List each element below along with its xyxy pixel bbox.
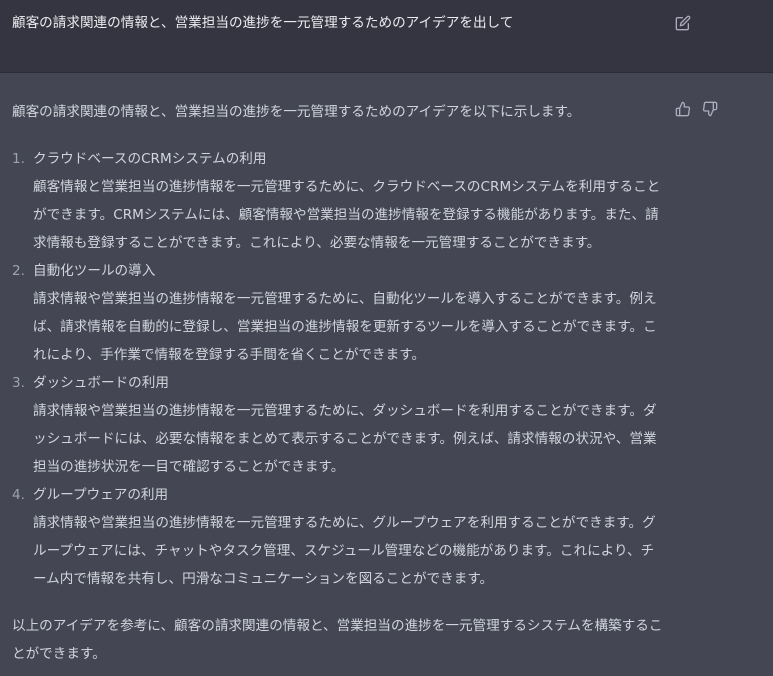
assistant-message-row: 顧客の請求関連の情報と、営業担当の進捗を一元管理するためのアイデアを以下に示しま…	[0, 73, 773, 676]
list-item-body: 請求情報や営業担当の進捗情報を一元管理するために、ダッシュボードを利用することが…	[33, 403, 657, 475]
list-item-body: 請求情報や営業担当の進捗情報を一元管理するために、自動化ツールを導入することがで…	[33, 291, 657, 363]
list-item-body: 顧客情報と営業担当の進捗情報を一元管理するために、クラウドベースのCRMシステム…	[33, 179, 661, 251]
list-item-title: 自動化ツールの導入	[33, 263, 156, 279]
list-item-title: クラウドベースのCRMシステムの利用	[33, 151, 267, 167]
thumbs-down-icon	[702, 101, 720, 117]
list-item-title: グループウェアの利用	[33, 487, 169, 503]
list-item-number: 2.	[12, 263, 25, 279]
edit-message-button[interactable]	[675, 15, 693, 33]
list-item: 2. 自動化ツールの導入 請求情報や営業担当の進捗情報を一元管理するために、自動…	[12, 257, 667, 369]
list-item-number: 3.	[12, 375, 25, 391]
list-item-body: 請求情報や営業担当の進捗情報を一元管理するために、グループウェアを利用することが…	[33, 515, 656, 587]
list-item-number: 1.	[12, 151, 25, 167]
assistant-message-body: 顧客の請求関連の情報と、営業担当の進捗を一元管理するためのアイデアを以下に示しま…	[12, 98, 667, 668]
list-item: 4. グループウェアの利用 請求情報や営業担当の進捗情報を一元管理するために、グ…	[12, 481, 667, 593]
list-item-title: ダッシュボードの利用	[33, 375, 169, 391]
ideas-list: 1. クラウドベースのCRMシステムの利用 顧客情報と営業担当の進捗情報を一元管…	[12, 145, 667, 593]
thumbs-up-icon	[675, 101, 693, 117]
list-item: 1. クラウドベースのCRMシステムの利用 顧客情報と営業担当の進捗情報を一元管…	[12, 145, 667, 257]
thumbs-up-button[interactable]	[675, 101, 693, 119]
edit-icon	[675, 15, 693, 31]
user-message-row: 顧客の請求関連の情報と、営業担当の進捗を一元管理するためのアイデアを出して	[0, 0, 773, 73]
assistant-conclusion: 以上のアイデアを参考に、顧客の請求関連の情報と、営業担当の進捗を一元管理するシス…	[12, 618, 663, 662]
list-item-number: 4.	[12, 487, 25, 503]
assistant-intro: 顧客の請求関連の情報と、営業担当の進捗を一元管理するためのアイデアを以下に示しま…	[12, 104, 581, 120]
list-item: 3. ダッシュボードの利用 請求情報や営業担当の進捗情報を一元管理するために、ダ…	[12, 369, 667, 481]
user-message-text: 顧客の請求関連の情報と、営業担当の進捗を一元管理するためのアイデアを出して	[12, 15, 514, 31]
thumbs-down-button[interactable]	[702, 101, 720, 119]
